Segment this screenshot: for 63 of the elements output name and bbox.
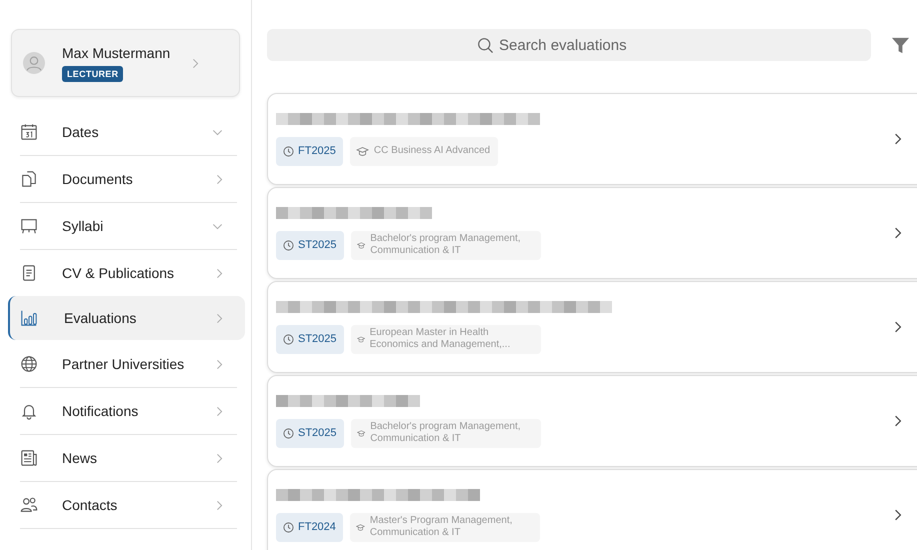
chevron-right-icon [894,321,902,333]
search-field[interactable]: Search evaluations [267,29,871,61]
calendar-icon [20,123,38,141]
chevron-right-icon [894,227,902,239]
sidebar-item[interactable]: Notifications [20,388,237,435]
graduation-cap-icon [356,146,369,156]
chevron-right-icon [894,415,902,427]
chevron-right-icon [216,268,223,278]
chevron-right-icon [192,58,199,68]
chevron-right-icon [216,358,223,370]
profile-card[interactable]: Max Mustermann LECTURER [11,29,240,97]
chevron-right-icon [216,174,223,184]
user-name: Max Mustermann [62,44,172,60]
sidebar-item[interactable]: Contacts [20,482,237,529]
graduation-cap-icon [356,334,365,344]
clock-icon [283,146,294,156]
documents-icon [20,170,38,188]
chevron-right-icon [894,133,902,145]
graduation-cap-icon [356,522,365,532]
program-text: Bachelor's program Management, Communication & IT [370,233,522,257]
sidebar-item[interactable]: Syllabi [20,203,237,250]
clock-icon [283,428,294,438]
easel-icon [20,217,38,235]
filter-icon[interactable] [891,36,910,54]
people-icon [20,496,38,514]
clock-icon [283,334,294,344]
document-icon [20,264,38,282]
clock-icon [283,240,294,250]
sidebar-item[interactable]: Documents [20,156,237,203]
term-text: FT2024 [298,521,336,533]
program-text: CC Business AI Advanced [374,145,490,157]
sidebar-item[interactable]: Evaluations [8,296,245,340]
chevron-right-icon [216,500,223,510]
bell-icon [20,402,38,420]
avatar-icon [23,52,45,74]
evaluation-card[interactable]: FT2025 CC Business AI Advanced [267,93,917,185]
term-text: FT2025 [298,145,336,157]
term-text: ST2025 [298,427,337,439]
evaluation-card[interactable]: ST2025 European Master in Health Economics and Management,... [267,281,917,373]
sidebar-item[interactable]: Partner Universities [20,341,237,388]
graduation-cap-icon [356,240,366,250]
role-badge: LECTURER [62,66,124,82]
chevron-down-icon [212,222,223,230]
program-text: European Master in Health Economics and Management,... [370,327,512,351]
term-text: ST2025 [298,239,337,251]
chevron-right-icon [216,312,223,324]
term-text: ST2025 [298,333,337,345]
evaluation-card[interactable]: ST2025 Bachelor's program Management, Communication & IT [267,375,917,467]
newspaper-icon [20,449,38,467]
sidebar-item[interactable]: Dates [20,109,237,156]
chevron-right-icon [216,452,223,464]
chevron-right-icon [894,509,902,521]
chevron-down-icon [212,128,223,136]
sidebar-item[interactable]: News [20,435,237,482]
bar-chart-icon [20,309,38,327]
chevron-right-icon [216,406,223,416]
program-text: Master's Program Management, Communication & IT [370,515,514,539]
graduation-cap-icon [356,428,366,438]
clock-icon [283,522,294,532]
evaluation-card[interactable]: ST2025 Bachelor's program Management, Communication & IT [267,187,917,279]
program-text: Bachelor's program Management, Communication & IT [370,421,522,445]
globe-icon [20,355,38,373]
evaluation-card[interactable]: FT2024 Master's Program Management, Communication & IT [267,469,917,550]
